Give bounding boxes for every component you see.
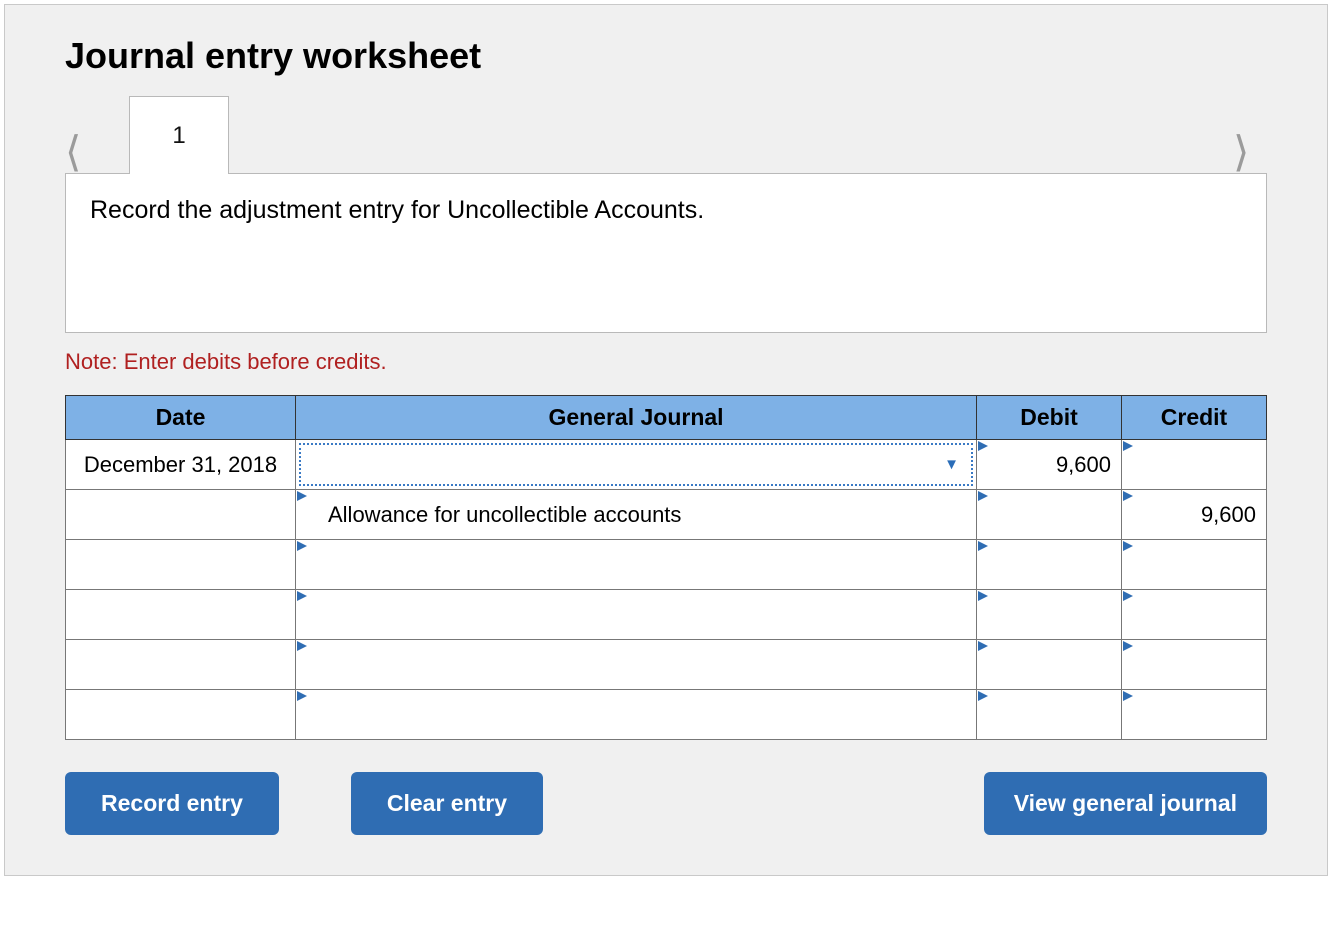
general-journal-cell[interactable] (296, 690, 976, 739)
general-journal-cell[interactable] (296, 590, 976, 639)
credit-cell[interactable] (1122, 540, 1266, 589)
date-cell[interactable] (66, 590, 295, 639)
cell-handle-icon (1123, 541, 1133, 551)
table-row: Allowance for uncollectible accounts 9,6… (66, 490, 1267, 540)
cell-handle-icon (978, 541, 988, 551)
cell-handle-icon (297, 541, 307, 551)
record-entry-button[interactable]: Record entry (65, 772, 279, 835)
col-debit: Debit (977, 396, 1122, 440)
cell-handle-icon (978, 441, 988, 451)
tabs-row: ⟨ 1 ⟩ (65, 95, 1267, 173)
table-row: December 31, 2018 ▼ 9,600 (66, 440, 1267, 490)
credit-cell[interactable] (1122, 590, 1266, 639)
tab-1[interactable]: 1 (129, 96, 229, 174)
table-row (66, 640, 1267, 690)
cell-handle-icon (978, 641, 988, 651)
cell-handle-icon (978, 591, 988, 601)
journal-table: Date General Journal Debit Credit Decemb… (65, 395, 1267, 740)
credit-cell[interactable]: 9,600 (1122, 490, 1266, 539)
cell-handle-icon (1123, 591, 1133, 601)
note-text: Note: Enter debits before credits. (65, 349, 1267, 375)
date-cell[interactable] (66, 490, 295, 539)
page-title: Journal entry worksheet (65, 35, 1267, 77)
next-entry-chevron[interactable]: ⟩ (1233, 131, 1267, 173)
cell-handle-icon (978, 691, 988, 701)
debit-cell[interactable] (977, 640, 1121, 689)
credit-cell[interactable] (1122, 690, 1266, 739)
col-date: Date (66, 396, 296, 440)
dropdown-icon[interactable]: ▼ (944, 456, 961, 473)
view-general-journal-button[interactable]: View general journal (984, 772, 1267, 835)
table-row (66, 540, 1267, 590)
col-general-journal: General Journal (296, 396, 977, 440)
general-journal-cell[interactable]: ▼ (299, 443, 973, 486)
cell-handle-icon (297, 641, 307, 651)
date-cell[interactable]: December 31, 2018 (66, 440, 295, 489)
cell-handle-icon (297, 491, 307, 501)
cell-handle-icon (1123, 491, 1133, 501)
worksheet-panel: Journal entry worksheet ⟨ 1 ⟩ Record the… (4, 4, 1328, 876)
general-journal-cell[interactable] (296, 540, 976, 589)
general-journal-cell[interactable]: Allowance for uncollectible accounts (296, 490, 976, 539)
cell-handle-icon (1123, 641, 1133, 651)
general-journal-cell[interactable] (296, 640, 976, 689)
debit-cell[interactable] (977, 590, 1121, 639)
buttons-row: Record entry Clear entry View general jo… (65, 772, 1267, 835)
date-cell[interactable] (66, 540, 295, 589)
prev-entry-chevron[interactable]: ⟨ (65, 131, 99, 173)
table-row (66, 590, 1267, 640)
clear-entry-button[interactable]: Clear entry (351, 772, 543, 835)
credit-value: 9,600 (1201, 502, 1256, 528)
credit-cell[interactable] (1122, 640, 1266, 689)
entry-prompt: Record the adjustment entry for Uncollec… (65, 173, 1267, 333)
cell-handle-icon (297, 691, 307, 701)
col-credit: Credit (1122, 396, 1267, 440)
debit-value: 9,600 (1056, 452, 1111, 478)
cell-handle-icon (1123, 441, 1133, 451)
cell-handle-icon (297, 591, 307, 601)
cell-handle-icon (978, 491, 988, 501)
debit-cell[interactable] (977, 540, 1121, 589)
debit-cell[interactable]: 9,600 (977, 440, 1121, 489)
date-cell[interactable] (66, 640, 295, 689)
date-cell[interactable] (66, 690, 295, 739)
credit-cell[interactable] (1122, 440, 1266, 489)
cell-handle-icon (1123, 691, 1133, 701)
table-row (66, 690, 1267, 740)
general-journal-value: Allowance for uncollectible accounts (328, 502, 681, 528)
debit-cell[interactable] (977, 490, 1121, 539)
debit-cell[interactable] (977, 690, 1121, 739)
